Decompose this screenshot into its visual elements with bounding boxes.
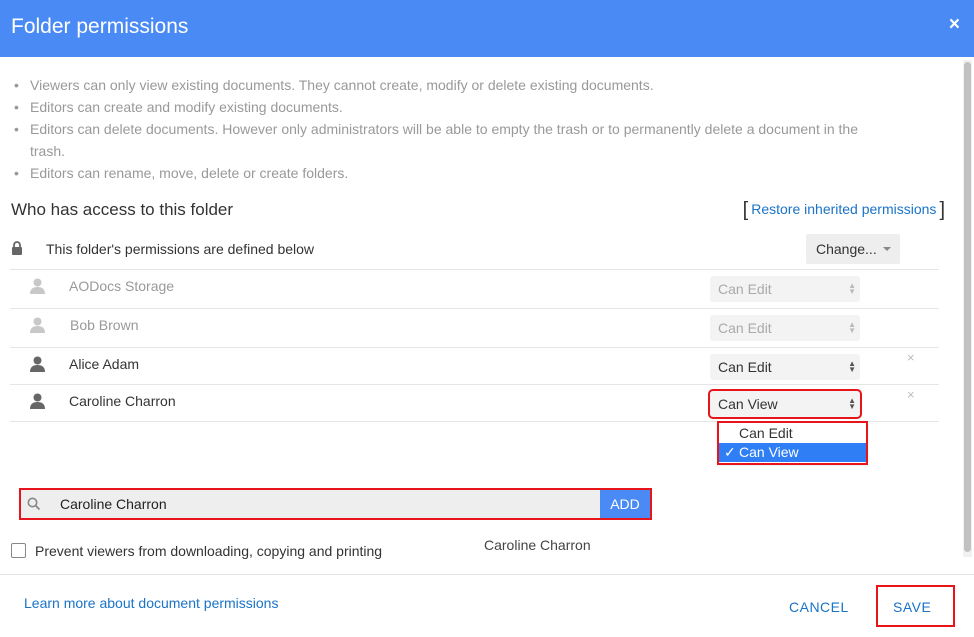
permission-value: Can Edit (718, 359, 772, 375)
restore-inherited-link[interactable]: Restore inherited permissions (748, 201, 939, 217)
user-name: Caroline Charron (69, 393, 176, 409)
scrollbar-thumb[interactable] (964, 62, 971, 552)
user-name: Bob Brown (70, 317, 139, 333)
check-icon: ✓ (724, 444, 736, 460)
restore-permissions: [Restore inherited permissions] (743, 199, 945, 222)
permission-select[interactable]: Can Edit ▲ ▼ (710, 354, 860, 380)
note-text: Viewers can only view existing documents… (30, 77, 654, 93)
note-text: Editors can rename, move, delete or crea… (30, 165, 349, 181)
save-button[interactable]: SAVE (876, 585, 955, 627)
note-item: • Editors can delete documents. However o… (12, 118, 872, 162)
permission-select[interactable]: Can View ▲ ▼ (708, 389, 862, 419)
dropdown-option[interactable]: Can Edit (719, 424, 866, 443)
user-icon (30, 278, 45, 299)
add-user-input[interactable]: Caroline Charron (60, 496, 167, 512)
footer-divider (0, 574, 974, 575)
user-icon (30, 393, 45, 414)
cancel-button[interactable]: CANCEL (789, 599, 849, 615)
user-icon (30, 356, 45, 377)
change-button[interactable]: Change... (806, 234, 900, 264)
close-icon[interactable]: × (949, 14, 960, 36)
select-arrows-icon: ▲ ▼ (848, 359, 856, 374)
user-row: Alice Adam Can Edit ▲ ▼ × (10, 347, 939, 385)
search-icon (27, 497, 41, 516)
user-row: Caroline Charron Can View ▲ ▼ × (10, 384, 939, 422)
note-item: • Editors can create and modify existing … (12, 96, 872, 118)
option-label: Can Edit (739, 425, 793, 441)
user-name: Alice Adam (69, 356, 140, 372)
chevron-down-icon (883, 247, 891, 251)
access-section-title: Who has access to this folder (11, 200, 234, 219)
bullet-icon: • (14, 99, 19, 115)
add-user-field[interactable]: Caroline Charron ADD (19, 488, 652, 520)
note-text: Editors can create and modify existing d… (30, 99, 343, 115)
select-arrows-icon: ▲ ▼ (848, 320, 856, 335)
permission-notes: • Viewers can only view existing document… (12, 74, 872, 184)
row-divider (10, 421, 939, 422)
permission-value: Can Edit (718, 320, 772, 336)
scrollbar[interactable] (963, 60, 972, 557)
user-suggestion[interactable]: Caroline Charron (484, 537, 591, 553)
permission-select: Can Edit ▲ ▼ (710, 276, 860, 302)
permission-value: Can View (718, 396, 778, 412)
save-button-label: SAVE (893, 599, 932, 615)
bullet-icon: • (14, 77, 19, 93)
prevent-download-label: Prevent viewers from downloading, copyin… (35, 543, 383, 559)
remove-user-icon[interactable]: × (907, 387, 915, 402)
learn-more-link[interactable]: Learn more about document permissions (24, 595, 278, 611)
user-name: AODocs Storage (69, 278, 175, 294)
bullet-icon: • (14, 121, 19, 137)
bullet-icon: • (14, 165, 19, 181)
permissions-defined-text: This folder's permissions are defined be… (46, 241, 315, 257)
user-row: AODocs Storage Can Edit ▲ ▼ (10, 269, 939, 307)
permission-select: Can Edit ▲ ▼ (710, 315, 860, 341)
bracket-close: ] (939, 199, 945, 221)
note-item: • Viewers can only view existing document… (12, 74, 872, 96)
prevent-download-checkbox[interactable] (11, 543, 26, 558)
select-arrows-icon: ▲ ▼ (848, 281, 856, 296)
remove-user-icon[interactable]: × (907, 350, 915, 365)
permission-dropdown: Can Edit ✓ Can View (717, 421, 868, 465)
dropdown-option-selected[interactable]: ✓ Can View (719, 443, 866, 462)
change-button-label: Change... (816, 241, 877, 257)
dialog-title: Folder permissions (11, 15, 189, 38)
lock-icon (11, 241, 23, 260)
permissions-defined-row: This folder's permissions are defined be… (11, 234, 939, 269)
select-arrows-icon: ▲ ▼ (848, 396, 856, 411)
option-label: Can View (739, 444, 799, 460)
add-button[interactable]: ADD (600, 490, 650, 518)
permission-value: Can Edit (718, 281, 772, 297)
note-item: • Editors can rename, move, delete or cre… (12, 162, 872, 184)
user-row: Bob Brown Can Edit ▲ ▼ (10, 308, 939, 346)
user-icon (30, 317, 45, 338)
dialog-header: Folder permissions × (0, 0, 974, 57)
note-text: Editors can delete documents. However on… (30, 121, 858, 159)
